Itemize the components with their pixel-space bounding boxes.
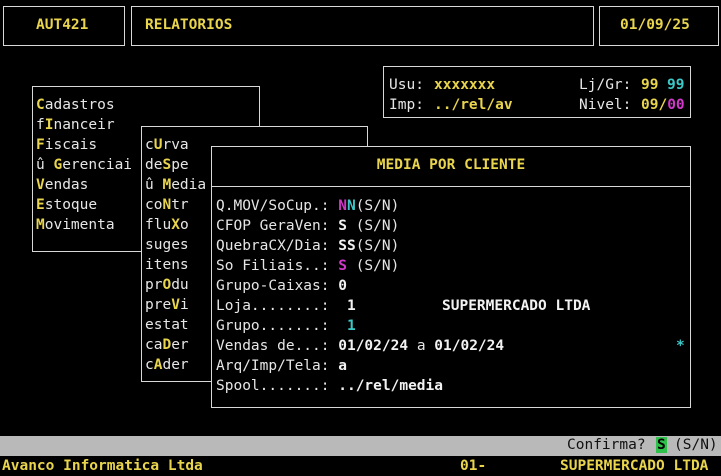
sub-menu-item[interactable]: cAder bbox=[145, 357, 189, 373]
user-info-box: Usu: xxxxxxx Lj/Gr: 99 99 Imp: ../rel/av… bbox=[383, 66, 691, 118]
confirm-bar: Confirma? S (S/N) bbox=[0, 436, 721, 456]
header-date: 01/09/25 bbox=[620, 17, 690, 33]
field-arq[interactable]: Arq/Imp/Tela: a bbox=[216, 358, 347, 374]
sub-menu-item[interactable]: deSpe bbox=[145, 157, 189, 173]
sub-menu-item[interactable]: fluXo bbox=[145, 217, 189, 233]
dialog-title: MEDIA POR CLIENTE bbox=[376, 157, 526, 173]
field-grupo-caixas[interactable]: Grupo-Caixas: 0 bbox=[216, 278, 347, 294]
main-menu-item[interactable]: fInanceir bbox=[36, 117, 115, 133]
main-menu-item[interactable]: û Gerenciai bbox=[36, 157, 132, 173]
field-cfop[interactable]: CFOP GeraVen: S (S/N) bbox=[216, 218, 399, 234]
lj-value: 99 bbox=[641, 77, 659, 93]
nivel-label: Nivel: bbox=[579, 97, 632, 113]
field-spool[interactable]: Spool.......: ../rel/media bbox=[216, 378, 443, 394]
app-code: AUT421 bbox=[36, 17, 89, 33]
sub-menu-item[interactable]: estat bbox=[145, 317, 189, 333]
field-qmov[interactable]: Q.MOV/SoCup.: NN(S/N) bbox=[216, 198, 399, 214]
main-menu-item[interactable]: Movimenta bbox=[36, 217, 115, 233]
sub-menu-item[interactable]: prOdu bbox=[145, 277, 189, 293]
dialog-title-divider bbox=[212, 186, 690, 187]
main-menu-item[interactable]: Vendas bbox=[36, 177, 88, 193]
imp-label: Imp: bbox=[389, 97, 424, 113]
main-menu-item[interactable]: Cadastros bbox=[36, 97, 115, 113]
sub-menu-item[interactable]: coNtr bbox=[145, 197, 189, 213]
main-menu-item[interactable]: Estoque bbox=[36, 197, 97, 213]
usu-label: Usu: bbox=[389, 77, 424, 93]
sub-menu-item[interactable]: û Media bbox=[145, 177, 206, 193]
status-code: 01- bbox=[460, 458, 487, 474]
field-quebra[interactable]: QuebraCX/Dia: SS(S/N) bbox=[216, 238, 399, 254]
status-store: SUPERMERCADO LTDA bbox=[560, 458, 709, 474]
main-menu-item[interactable]: Fiscais bbox=[36, 137, 97, 153]
imp-value: ../rel/av bbox=[434, 97, 513, 113]
section-title: RELATORIOS bbox=[145, 17, 233, 33]
sub-menu-item[interactable]: caDer bbox=[145, 337, 189, 353]
sub-menu-item[interactable]: itens bbox=[145, 257, 189, 273]
sub-menu-item[interactable]: preVi bbox=[145, 297, 189, 313]
sub-menu-item[interactable]: suges bbox=[145, 237, 189, 253]
sub-menu-item[interactable]: cUrva bbox=[145, 137, 189, 153]
company-name: Avanco Informatica Ltda bbox=[2, 458, 203, 474]
usu-value: xxxxxxx bbox=[434, 77, 496, 93]
confirm-label: Confirma? bbox=[567, 437, 646, 453]
status-bar: Avanco Informatica Ltda 01- SUPERMERCADO… bbox=[0, 456, 721, 476]
gr-value: 99 bbox=[667, 77, 685, 93]
field-vendas[interactable]: Vendas de...: 01/02/24 a 01/02/24 bbox=[216, 338, 504, 354]
nivel-value: 09/00 bbox=[641, 97, 685, 113]
app-code-box: AUT421 bbox=[3, 6, 125, 46]
section-box: RELATORIOS bbox=[131, 6, 594, 46]
date-box: 01/09/25 bbox=[599, 6, 719, 46]
confirm-hint: (S/N) bbox=[674, 437, 718, 453]
confirm-input[interactable]: S bbox=[656, 437, 667, 453]
loja-name: SUPERMERCADO LTDA bbox=[442, 298, 591, 314]
vendas-marker: * bbox=[676, 338, 685, 354]
media-cliente-dialog: MEDIA POR CLIENTE Q.MOV/SoCup.: NN(S/N) … bbox=[211, 146, 691, 408]
lj-gr-label: Lj/Gr: bbox=[579, 77, 632, 93]
field-grupo[interactable]: Grupo.......: 1 bbox=[216, 318, 356, 334]
field-loja[interactable]: Loja........: 1 bbox=[216, 298, 356, 314]
field-filiais[interactable]: So Filiais..: S (S/N) bbox=[216, 258, 399, 274]
